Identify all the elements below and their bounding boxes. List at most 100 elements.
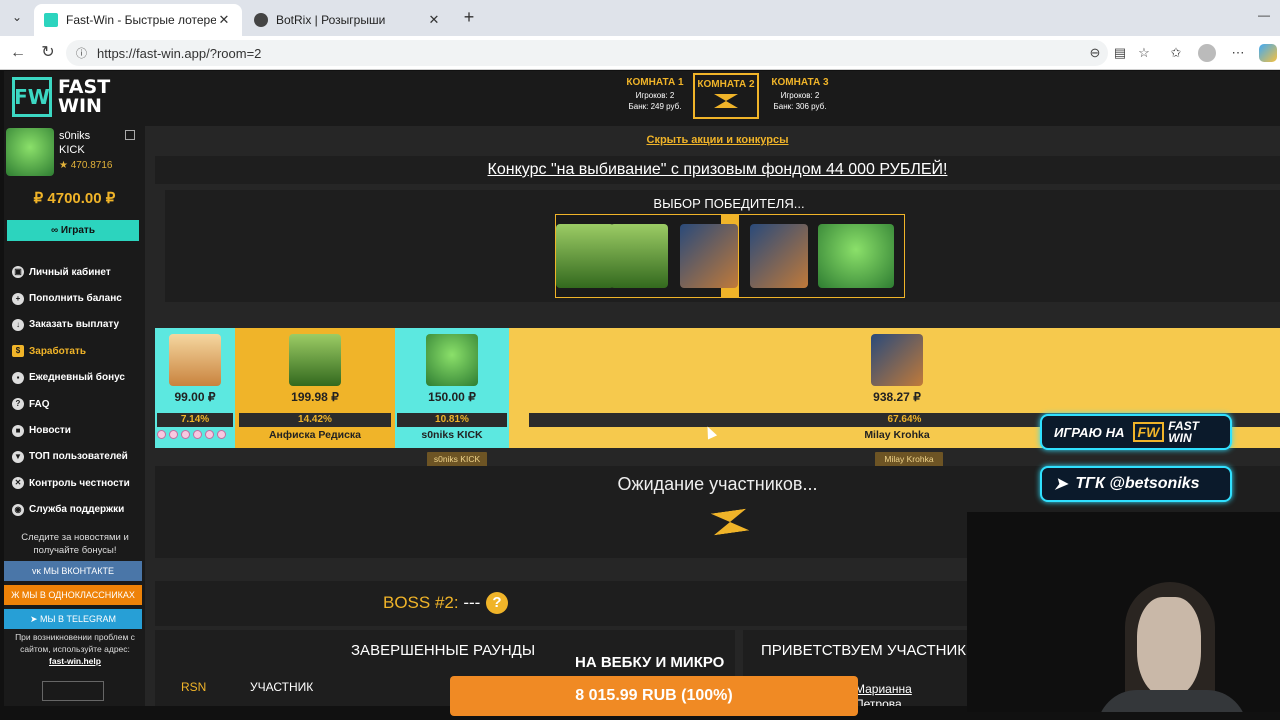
badge-icon — [205, 430, 214, 439]
boss-help-icon[interactable]: ? — [486, 592, 508, 614]
sidebar-item-withdraw[interactable]: ↓ Заказать выплату — [12, 312, 145, 338]
url-text: https://fast-win.app/?room=2 — [97, 45, 262, 61]
hide-promotions-link[interactable]: Скрыть акции и конкурсы — [155, 134, 1280, 150]
overlay-fastwin-logo: FW FAST WIN — [1132, 420, 1199, 444]
bank-total-bar: 8 015.99 RUB (100%) — [450, 676, 858, 716]
sidebar-item-label: Заработать — [29, 345, 87, 357]
sidebar-item-support[interactable]: ◉ Служба поддержки — [12, 497, 145, 523]
player-percent: 7.14% — [157, 413, 233, 427]
wallet-icon: ▣ — [12, 266, 24, 279]
user-profile: s0niks KICK ★ 470.8716 — [4, 126, 145, 181]
boss-heading: BOSS #2: --- — [383, 593, 480, 613]
overlay-telegram-badge: ➤ ТГК @betsoniks — [1040, 466, 1232, 502]
streamer-face — [1137, 597, 1201, 697]
reload-icon[interactable]: ↻ — [38, 43, 58, 63]
user-name-line-2: KICK — [59, 144, 85, 156]
room-selector: КОМНАТА 1 Игроков: 2 Банк: 249 руб. КОМН… — [145, 71, 1280, 126]
sidebar-item-daily-bonus[interactable]: ▪ Ежедневный бонус — [12, 365, 145, 391]
reader-icon[interactable]: ▤ — [1111, 44, 1129, 62]
welcome-title: ПРИВЕТСТВУЕМ УЧАСТНИК — [761, 642, 966, 659]
player-amount: 199.98 ₽ — [291, 390, 339, 404]
avatar[interactable] — [6, 128, 54, 176]
zoom-icon[interactable]: ⊖ — [1086, 44, 1104, 62]
favorites-list-icon[interactable]: ✩ — [1167, 44, 1185, 62]
room-3-tab[interactable]: КОМНАТА 3 Игроков: 2 Банк: 306 руб. — [765, 73, 835, 119]
player-card[interactable]: 199.98 ₽ 14.42% Анфиска Редиска — [235, 328, 395, 448]
player-tag: Milay Krohka — [875, 452, 943, 467]
url-field[interactable]: ⓘ https://fast-win.app/?room=2 — [66, 40, 1108, 66]
tab-title: BotRix | Розыгрыши — [276, 13, 386, 27]
hourglass-icon — [714, 94, 738, 108]
room-players: Игроков: 2 — [780, 91, 820, 100]
minimize-icon[interactable]: — — [1258, 8, 1270, 22]
user-balance: ₽ 4700.00 ₽ — [33, 190, 116, 207]
player-percent: 14.42% — [239, 413, 391, 427]
browser-tab-botrix[interactable]: BotRix | Розыгрыши ✕ — [244, 4, 452, 36]
sidebar-item-label: Пополнить баланс — [29, 293, 122, 305]
gift-icon: ▪ — [12, 371, 24, 384]
winner-selection: ВЫБОР ПОБЕДИТЕЛЯ... — [165, 190, 1280, 302]
new-tab-icon[interactable]: + — [458, 7, 480, 29]
user-rating: ★ 470.8716 — [59, 160, 113, 171]
contest-banner-link[interactable]: Конкурс "на выбивание" с призовым фондом… — [155, 156, 1280, 184]
support-icon: ◉ — [12, 503, 24, 516]
logo-text: FAST WIN — [58, 78, 110, 116]
sidebar-item-deposit[interactable]: + Пополнить баланс — [12, 285, 145, 311]
browser-tab-bar: ⌄ Fast-Win - Быстрые лотереи! Ком ✕ BotR… — [0, 0, 1280, 36]
help-link[interactable]: fast-win.help — [8, 655, 142, 667]
tab-list-icon[interactable]: ⌄ — [6, 6, 28, 28]
badge-icon — [157, 430, 166, 439]
reel-avatar-monkey — [750, 224, 808, 288]
column-participant: УЧАСТНИК — [250, 680, 314, 694]
sidebar-item-earn[interactable]: $ Заработать — [12, 338, 145, 364]
badge-icon — [169, 430, 178, 439]
welcome-participant-link[interactable]: Марианна Петрова — [855, 682, 912, 706]
tab-close-icon[interactable]: ✕ — [216, 12, 232, 28]
telegram-icon: ➤ — [1054, 476, 1068, 493]
question-icon: ? — [12, 398, 24, 411]
player-card[interactable]: 99.00 ₽ 7.14% — [155, 328, 235, 448]
logo-mark: FW — [12, 77, 52, 117]
sidebar-item-cabinet[interactable]: ▣ Личный кабинет — [12, 259, 145, 285]
tab-title: Fast-Win - Быстрые лотереи! Ком — [66, 13, 216, 27]
trophy-icon: ▼ — [12, 450, 24, 463]
rounds-title: ЗАВЕРШЕННЫЕ РАУНДЫ — [351, 642, 536, 659]
room-1-tab[interactable]: КОМНАТА 1 Игроков: 2 Банк: 249 руб. — [621, 73, 689, 119]
player-tag: s0niks KICK — [427, 452, 487, 467]
favorite-icon[interactable]: ☆ — [1135, 44, 1153, 62]
play-button[interactable]: ∞ Играть — [7, 220, 139, 241]
tab-close-icon[interactable]: ✕ — [426, 12, 442, 28]
sidebar-item-news[interactable]: ■ Новости — [12, 417, 145, 443]
ok-button[interactable]: Ж МЫ В ОДНОКЛАССНИКАХ — [4, 585, 142, 605]
profile-icon[interactable] — [1198, 44, 1216, 62]
fastwin-logo-mark: FW — [1132, 422, 1165, 442]
sidebar-item-faq[interactable]: ? FAQ — [12, 391, 145, 417]
broken-image — [42, 681, 104, 701]
reel-avatar-stork — [556, 224, 614, 288]
sidebar-item-label: FAQ — [29, 398, 50, 410]
player-amount: 99.00 ₽ — [174, 390, 216, 404]
room-2-tab[interactable]: КОМНАТА 2 — [693, 73, 759, 119]
winner-title: ВЫБОР ПОБЕДИТЕЛЯ... — [653, 196, 805, 211]
user-name: s0niks KICK — [59, 129, 90, 157]
copilot-icon[interactable] — [1259, 44, 1277, 62]
browser-tab-fastwin[interactable]: Fast-Win - Быстрые лотереи! Ком ✕ — [34, 4, 242, 36]
logout-icon[interactable] — [125, 130, 135, 140]
sidebar-item-fairness[interactable]: ✕ Контроль честности — [12, 470, 145, 496]
vk-button[interactable]: ᴠᴋ МЫ ВКОНТАКТЕ — [4, 561, 142, 581]
telegram-button[interactable]: ➤ МЫ В TELEGRAM — [4, 609, 142, 629]
player-avatar — [426, 334, 478, 386]
fastwin-logo[interactable]: FW FAST WIN — [12, 77, 110, 117]
player-card[interactable]: 150.00 ₽ 10.81% s0niks KICK — [395, 328, 509, 448]
more-icon[interactable]: ⋯ — [1229, 44, 1247, 62]
user-name-line-1: s0niks — [59, 130, 91, 142]
sidebar-item-label: Ежедневный бонус — [29, 372, 125, 384]
player-amount: 150.00 ₽ — [428, 390, 476, 404]
sidebar-item-label: Новости — [29, 425, 71, 437]
streamer-shirt — [1097, 690, 1247, 712]
player-avatar — [871, 334, 923, 386]
sidebar-item-top-users[interactable]: ▼ ТОП пользователей — [12, 444, 145, 470]
site-info-icon[interactable]: ⓘ — [76, 45, 87, 61]
back-icon[interactable]: ← — [8, 43, 28, 63]
botrix-favicon-icon — [254, 13, 268, 27]
